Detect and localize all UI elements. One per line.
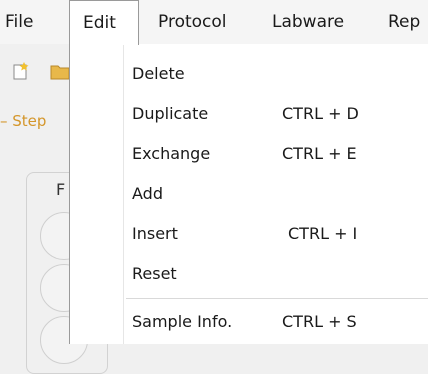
menu-item-label: Duplicate [132, 104, 209, 123]
menu-item-exchange[interactable]: Exchange CTRL + E [70, 134, 428, 174]
menu-item-label: Add [132, 184, 163, 203]
menu-item-label: Sample Info. [132, 312, 233, 331]
menu-item-label: Reset [132, 264, 177, 283]
menu-item-delete[interactable]: Delete [70, 54, 428, 94]
menu-protocol[interactable]: Protocol [158, 0, 227, 44]
menu-file[interactable]: File [5, 0, 33, 44]
menu-item-duplicate[interactable]: Duplicate CTRL + D [70, 94, 428, 134]
menu-item-add[interactable]: Add [70, 174, 428, 214]
menu-item-shortcut: CTRL + D [282, 104, 359, 123]
menu-item-insert[interactable]: Insert CTRL + I [70, 214, 428, 254]
menu-labware[interactable]: Labware [272, 0, 344, 44]
toolbar [0, 44, 70, 104]
menu-report[interactable]: Rep [388, 0, 420, 44]
menu-item-label: Insert [132, 224, 178, 243]
menu-item-shortcut: CTRL + E [282, 144, 357, 163]
edit-menu-dropdown: Delete Duplicate CTRL + D Exchange CTRL … [69, 44, 428, 344]
menu-separator [126, 298, 428, 299]
new-file-icon[interactable] [10, 60, 32, 82]
menu-item-label: Exchange [132, 144, 211, 163]
menu-item-shortcut: CTRL + S [282, 312, 357, 331]
menu-item-sample-info[interactable]: Sample Info. CTRL + S [70, 302, 428, 342]
group-label: F [56, 180, 66, 199]
menu-item-shortcut: CTRL + I [288, 224, 358, 243]
steps-section-label: – Step [0, 112, 47, 130]
steps-label-text: Step [12, 112, 47, 130]
menu-bar: File Edit Protocol Labware Rep [0, 0, 428, 45]
menu-edit[interactable]: Edit [69, 0, 139, 45]
menu-item-reset[interactable]: Reset [70, 254, 428, 294]
menu-item-label: Delete [132, 64, 185, 83]
